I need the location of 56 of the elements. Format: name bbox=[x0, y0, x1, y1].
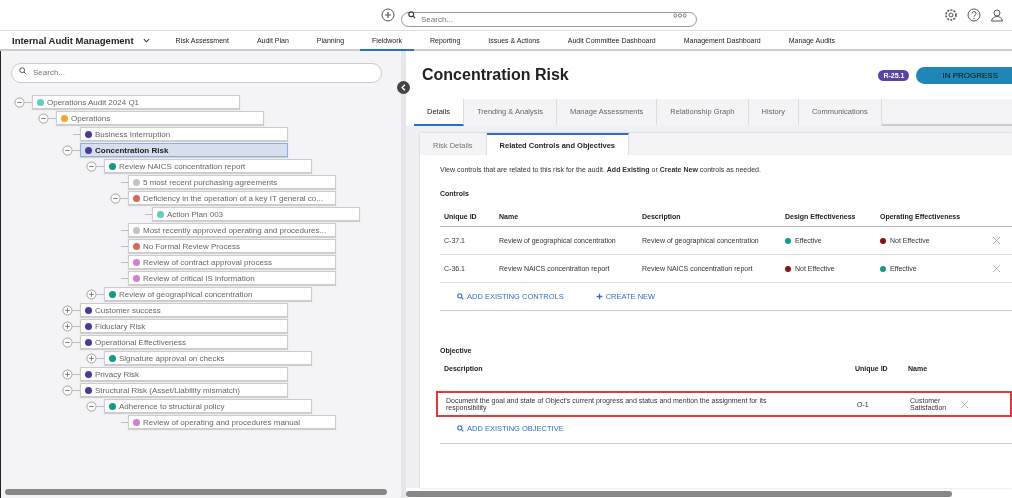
tree-node[interactable]: Signature approval on checks bbox=[104, 351, 312, 365]
toggle-icon[interactable] bbox=[86, 400, 97, 412]
scrollbar[interactable] bbox=[5, 489, 387, 495]
search-icon bbox=[408, 11, 416, 19]
toggle-icon[interactable] bbox=[14, 96, 25, 108]
more-icon[interactable] bbox=[673, 12, 687, 18]
tree-node[interactable]: Business Interruption bbox=[80, 127, 288, 141]
status-pill[interactable]: IN PROGRESS bbox=[916, 66, 1012, 84]
remove-icon[interactable] bbox=[992, 236, 1001, 245]
tree-node[interactable]: Most recently approved operating and procedures... bbox=[128, 223, 336, 237]
add-icon[interactable] bbox=[381, 8, 395, 22]
tree-node[interactable]: Privacy Risk bbox=[80, 367, 288, 381]
user-icon[interactable] bbox=[990, 8, 1004, 22]
toggle-icon[interactable] bbox=[62, 384, 73, 396]
tree-node[interactable]: Adherence to structural policy bbox=[104, 399, 312, 413]
tree-node[interactable]: No Formal Review Process bbox=[128, 239, 336, 253]
toggle-icon[interactable] bbox=[38, 112, 49, 124]
tree-node[interactable]: 5 most recent purchasing agreements bbox=[128, 175, 336, 189]
tree-node[interactable]: Review of critical IS information bbox=[128, 271, 336, 285]
tree-node[interactable]: Operations Audit 2024 Q1 bbox=[32, 95, 240, 109]
search-icon bbox=[19, 67, 27, 75]
toggle-icon[interactable] bbox=[110, 192, 121, 204]
tree-node[interactable]: Concentration Risk bbox=[80, 143, 288, 157]
tree-node[interactable]: Structural Risk (Asset/Liability mismatch) bbox=[80, 383, 288, 397]
plus-icon bbox=[595, 293, 603, 300]
toggle-icon[interactable] bbox=[86, 288, 97, 300]
app-switcher[interactable]: Internal Audit Management bbox=[0, 31, 162, 49]
remove-icon[interactable] bbox=[960, 399, 969, 409]
tree-node[interactable]: Review of operating and procedures manual bbox=[128, 415, 336, 429]
scrollbar[interactable] bbox=[406, 491, 952, 497]
search-icon bbox=[457, 425, 464, 432]
tree-node[interactable]: Fiduciary Risk bbox=[80, 319, 288, 333]
settings-icon[interactable] bbox=[944, 8, 958, 22]
tree-node[interactable]: Review of contract approval process bbox=[128, 255, 336, 269]
tree-node[interactable]: Review of geographical concentration bbox=[104, 287, 312, 301]
toggle-icon[interactable] bbox=[62, 144, 73, 156]
tree-node[interactable]: Operational Effectiveness bbox=[80, 335, 288, 349]
remove-icon[interactable] bbox=[992, 264, 1001, 273]
search-field[interactable]: Search... bbox=[11, 62, 382, 83]
tree-node[interactable]: Operations bbox=[56, 111, 264, 125]
search-icon bbox=[457, 293, 464, 300]
toggle-icon[interactable] bbox=[62, 304, 73, 316]
tree-node[interactable]: Action Plan 003 bbox=[152, 207, 360, 221]
help-icon[interactable] bbox=[967, 8, 981, 22]
caret-icon bbox=[142, 37, 150, 43]
toggle-icon[interactable] bbox=[86, 352, 97, 364]
toggle-icon[interactable] bbox=[62, 336, 73, 348]
tree-node[interactable]: Customer success bbox=[80, 303, 288, 317]
tree-node[interactable]: Deficiency in the operation of a key IT general co... bbox=[128, 191, 336, 205]
page-title: Concentration Risk bbox=[422, 66, 569, 84]
toggle-icon[interactable] bbox=[86, 160, 97, 172]
tree-node[interactable]: Review NAICS concentration report bbox=[104, 159, 312, 173]
toggle-icon[interactable] bbox=[62, 320, 73, 332]
toggle-icon[interactable] bbox=[62, 368, 73, 380]
collapse-icon[interactable] bbox=[397, 81, 410, 94]
search-field[interactable]: Search... bbox=[401, 11, 697, 27]
